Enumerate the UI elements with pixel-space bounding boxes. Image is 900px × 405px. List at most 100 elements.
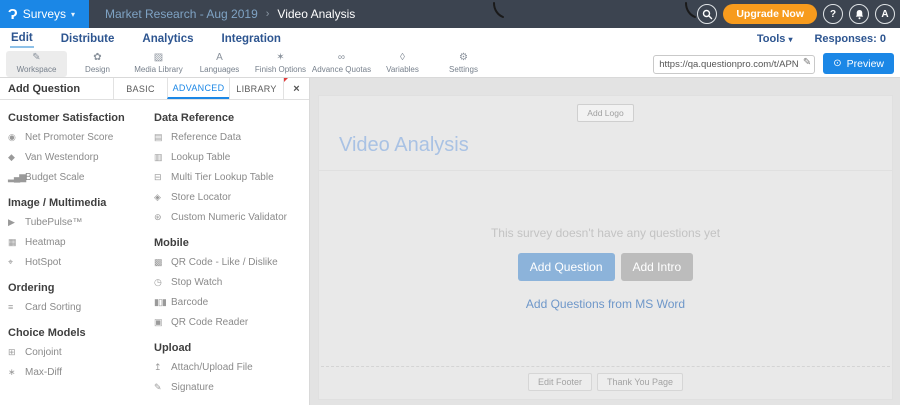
add-logo-button[interactable]: Add Logo [577,104,634,122]
toolbar-design[interactable]: ✿ Design [67,51,128,77]
question-type-qr-code-reader[interactable]: ▣ QR Code Reader [154,312,309,332]
section-image-multimedia: Image / Multimedia [8,197,107,209]
question-type-van-westendorp[interactable]: ◆ Van Westendorp [8,147,154,167]
tools-menu[interactable]: Tools ▾ [757,33,793,45]
surveys-menu[interactable]: Ɂ Surveys ▾ [0,0,89,28]
qr-code-icon: ▩ [154,256,163,267]
help-icon[interactable]: ? [823,4,843,24]
add-intro-button[interactable]: Add Intro [620,253,694,281]
question-type-hotspot[interactable]: ⌖ HotSpot [8,252,154,272]
section-upload: Upload [154,342,192,354]
tab-analytics[interactable]: Analytics [141,31,194,47]
surveys-menu-label: Surveys [22,7,67,21]
map-pin-icon: ◈ [154,191,161,202]
question-type-barcode[interactable]: ▮▯▮ Barcode [154,292,309,312]
user-avatar[interactable]: A [875,4,895,24]
question-type-qr-code-like-dislike[interactable]: ▩ QR Code - Like / Dislike [154,252,309,272]
question-type-attach-upload-file[interactable]: ↥ Attach/Upload File [154,357,309,377]
question-type-budget-scale[interactable]: ▂▄▆ Budget Scale [8,167,154,187]
preview-button[interactable]: ⊙ Preview [823,53,894,74]
question-type-multi-tier-lookup-table[interactable]: ⊟ Multi Tier Lookup Table [154,167,309,187]
red-corner-mark [284,78,288,82]
add-question-panel: Add Question BASIC ADVANCED LIBRARY × Cu… [0,78,310,405]
stacked-boxes-icon: ⊟ [154,171,162,182]
wand-icon: ∗ [8,366,16,377]
data-rows-icon: ▤ [154,131,163,142]
toolbar-right: ✎ ⊙ Preview [653,53,894,74]
close-icon: × [293,82,300,95]
table-icon: ▥ [154,151,163,162]
barcode-icon: ▮▯▮ [154,296,167,307]
bar-chart-icon: ▂▄▆ [8,171,26,182]
survey-url-input[interactable] [653,54,816,74]
top-header: Ɂ Surveys ▾ Market Research - Aug 2019 ›… [0,0,900,28]
notifications-bell-icon[interactable] [849,4,869,24]
advance-quotas-links-icon: ∞ [337,52,346,63]
question-type-reference-data[interactable]: ▤ Reference Data [154,127,309,147]
section-mobile: Mobile [154,237,189,249]
empty-state-actions: Add Question Add Intro [517,253,694,281]
question-type-tubepulse[interactable]: ▶ TubePulse™ [8,212,154,232]
edit-footer-button[interactable]: Edit Footer [527,373,592,391]
thank-you-page-button[interactable]: Thank You Page [596,373,684,391]
content-area: Add Question BASIC ADVANCED LIBRARY × Cu… [0,78,900,405]
question-type-store-locator[interactable]: ◈ Store Locator [154,187,309,207]
stray-curve-mark [685,2,696,18]
header-actions: Upgrade Now ? A [697,0,895,28]
survey-url-field-wrap: ✎ [653,54,816,74]
finish-options-wand-icon: ✶ [276,52,285,63]
section-ordering: Ordering [8,282,55,294]
toolbar-languages[interactable]: A Languages [189,51,250,77]
eye-icon: ⊙ [833,58,842,69]
survey-toolbar: ✎ Workspace ✿ Design ▨ Media Library A L… [0,50,900,78]
search-icon[interactable] [697,4,718,24]
add-question-button[interactable]: Add Question [517,253,615,281]
survey-subnav: Edit Distribute Analytics Integration To… [0,28,900,50]
tab-integration[interactable]: Integration [221,31,282,47]
breadcrumb-parent-link[interactable]: Market Research - Aug 2019 [105,7,258,21]
question-type-conjoint[interactable]: ⊞ Conjoint [8,342,154,362]
question-type-stop-watch[interactable]: ◷ Stop Watch [154,272,309,292]
toolbar-finish-options[interactable]: ✶ Finish Options [250,51,311,77]
tab-library[interactable]: LIBRARY [229,78,283,99]
upgrade-now-button[interactable]: Upgrade Now [723,4,817,24]
survey-stage: Add Logo Video Analysis This survey does… [310,78,900,405]
tab-basic[interactable]: BASIC [113,78,167,99]
panel-title: Add Question [8,82,81,95]
question-type-custom-numeric-validator[interactable]: ⊛ Custom Numeric Validator [154,207,309,227]
toolbar-media-library[interactable]: ▨ Media Library [128,51,189,77]
survey-title[interactable]: Video Analysis [339,134,892,157]
tab-advanced[interactable]: ADVANCED [167,78,229,99]
question-type-lookup-table[interactable]: ▥ Lookup Table [154,147,309,167]
section-data-reference: Data Reference [154,112,235,124]
price-tag-icon: ◆ [8,151,15,162]
tab-distribute[interactable]: Distribute [60,31,116,47]
asterisk-box-icon: ⊛ [154,211,162,222]
heatmap-image-icon: ▦ [8,236,17,247]
question-type-column-1: Customer Satisfaction ◉ Net Promoter Sco… [8,102,154,405]
toolbar-settings[interactable]: ⚙ Settings [433,51,494,77]
toolbar-advance-quotas[interactable]: ∞ Advance Quotas [311,51,372,77]
question-type-heatmap[interactable]: ▦ Heatmap [8,232,154,252]
cards-grid-icon: ⊞ [8,346,16,357]
question-type-max-diff[interactable]: ∗ Max-Diff [8,362,154,382]
question-type-card-sorting[interactable]: ≡ Card Sorting [8,297,154,317]
design-palette-icon: ✿ [93,52,102,63]
stray-curve-mark [493,2,504,18]
edit-url-pencil-icon[interactable]: ✎ [803,57,811,68]
toolbar-variables[interactable]: ◊ Variables [372,51,433,77]
subnav-right: Tools ▾ Responses: 0 [757,33,890,45]
toolbar-workspace[interactable]: ✎ Workspace [6,50,67,77]
empty-state-message: This survey doesn't have any questions y… [490,226,721,240]
tab-edit[interactable]: Edit [10,30,34,48]
close-panel-button[interactable]: × [283,78,309,99]
section-choice-models: Choice Models [8,327,86,339]
add-questions-from-ms-word-link[interactable]: Add Questions from MS Word [526,297,685,311]
breadcrumb-separator: › [265,8,270,20]
question-type-signature[interactable]: ✎ Signature [154,377,309,397]
canvas-footer: Edit Footer Thank You Page [321,366,890,399]
question-type-net-promoter-score[interactable]: ◉ Net Promoter Score [8,127,154,147]
stopwatch-icon: ◷ [154,276,162,287]
responses-count-link[interactable]: Responses: 0 [814,33,886,45]
empty-state: This survey doesn't have any questions y… [319,171,892,366]
